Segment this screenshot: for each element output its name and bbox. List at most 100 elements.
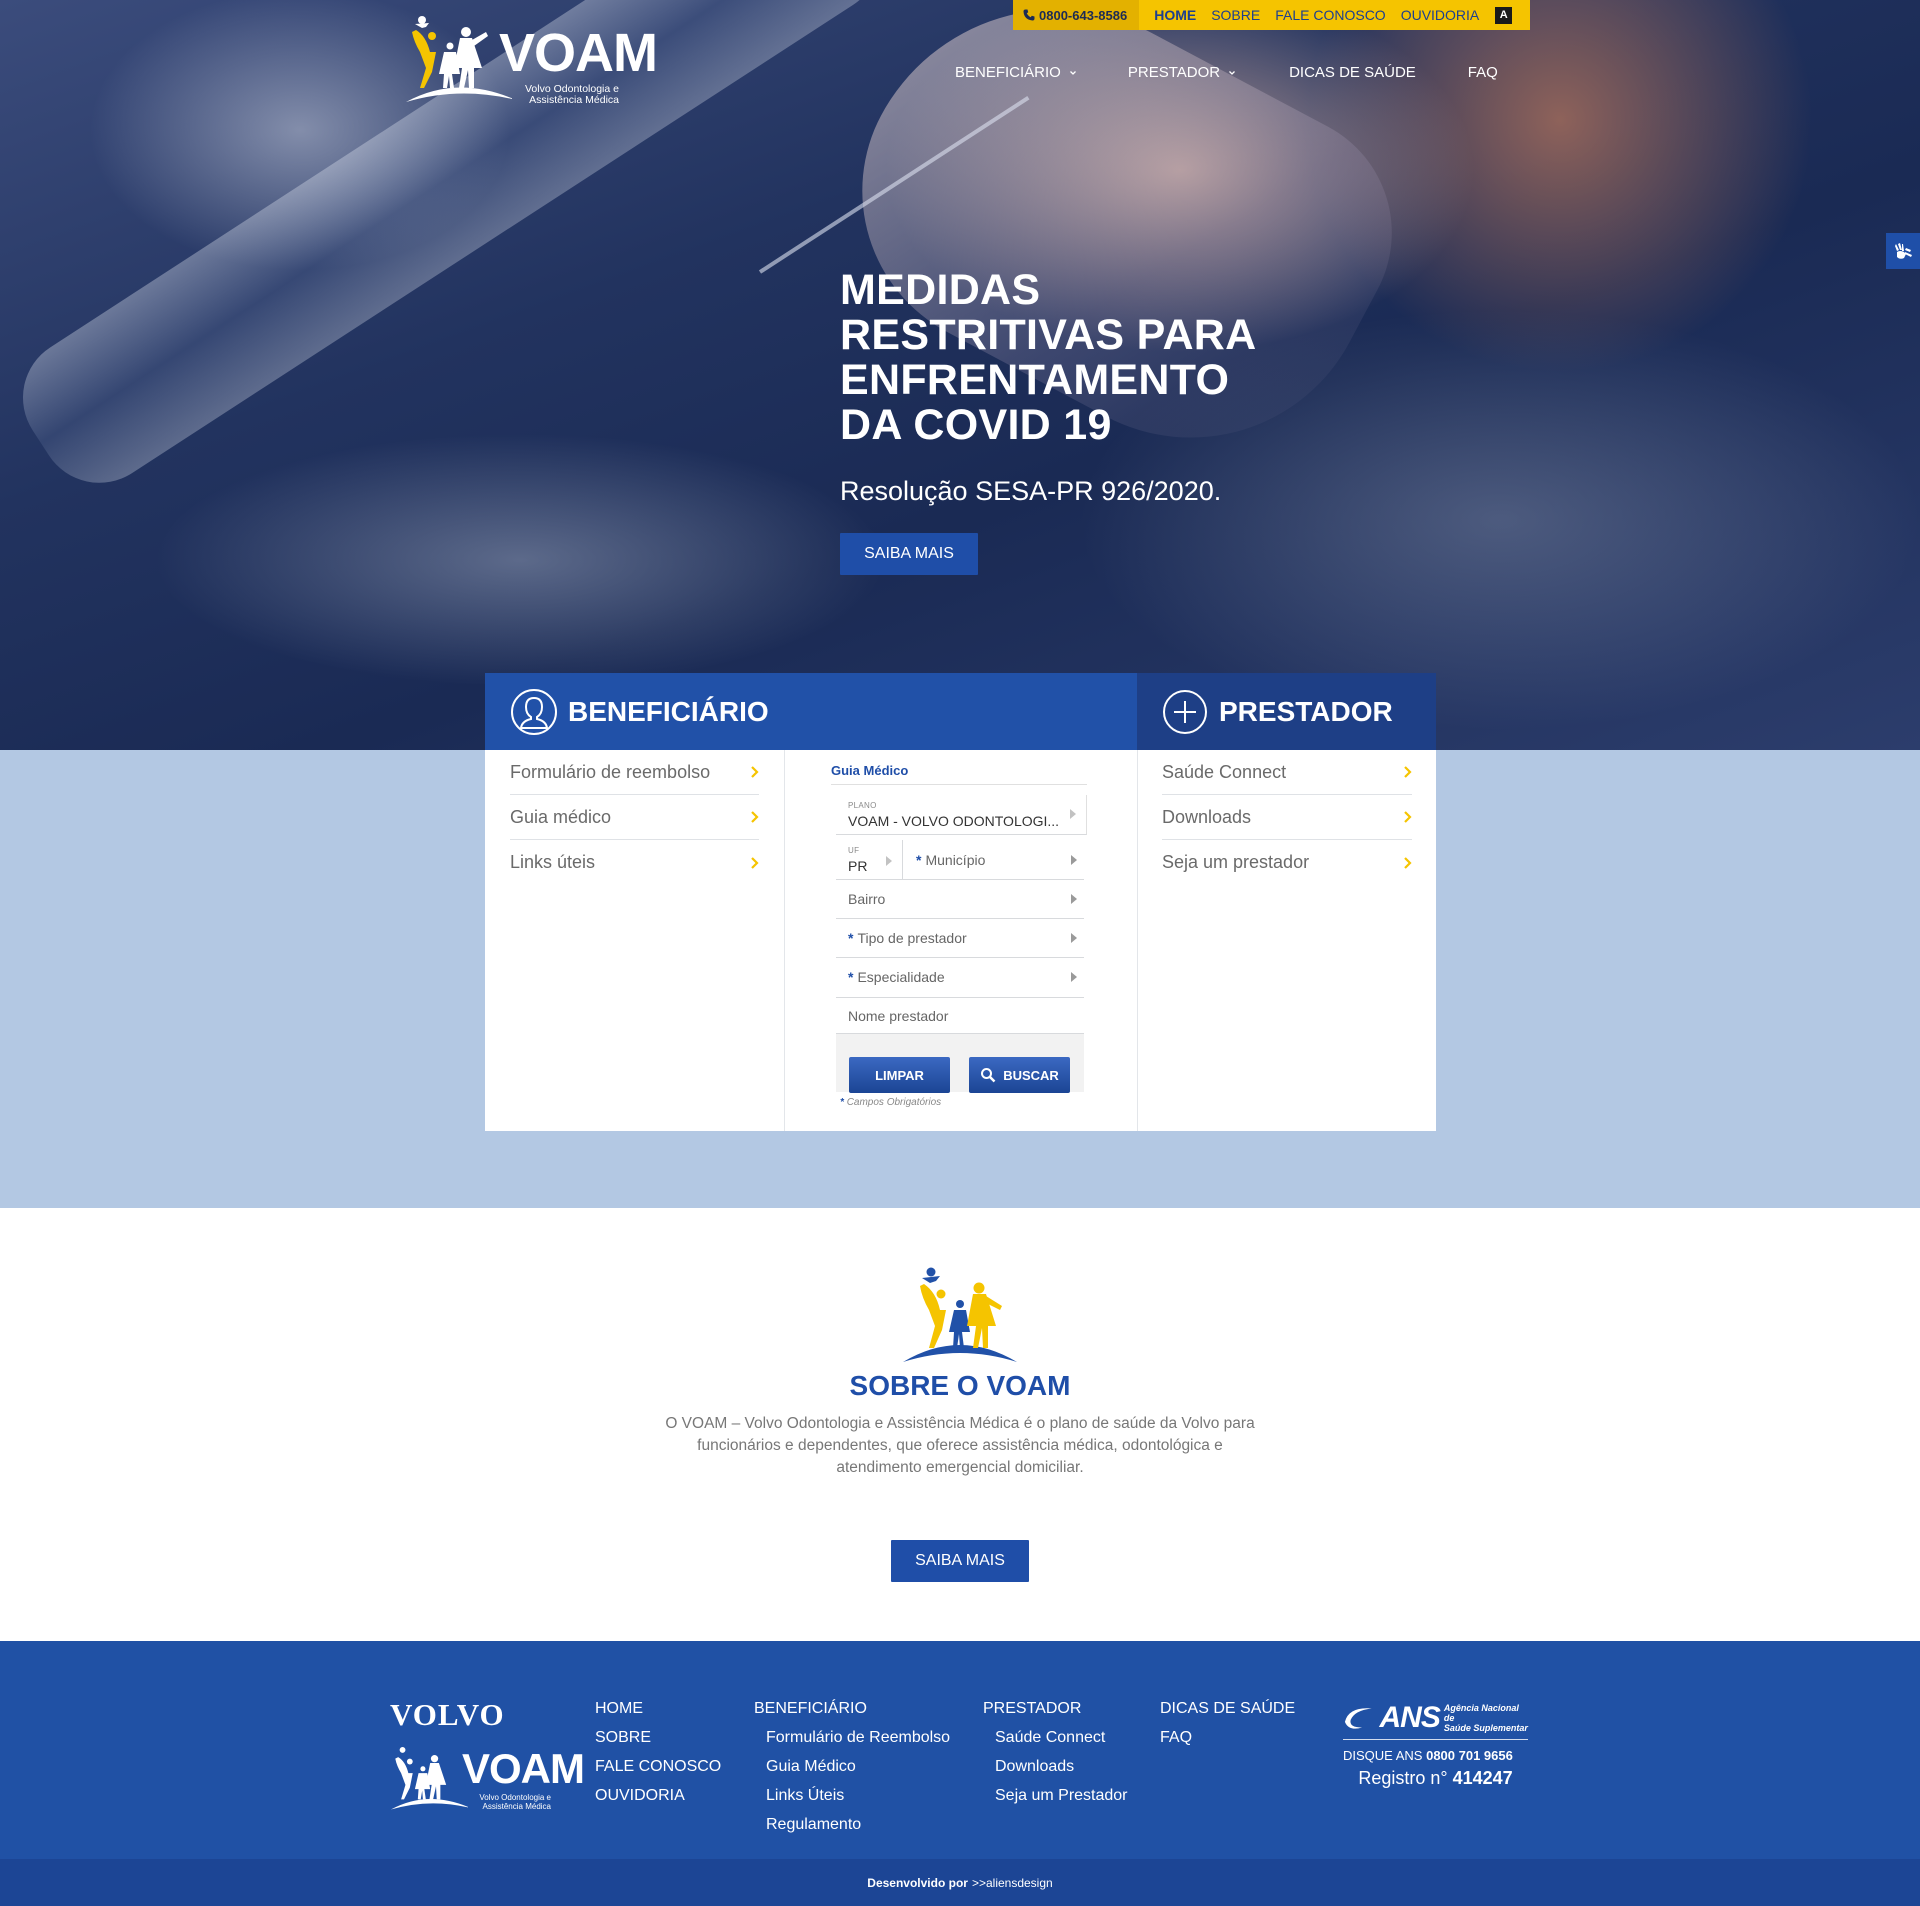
footer-link-ouvidoria[interactable]: OUVIDORIA [595,1787,721,1816]
municipio-select[interactable]: * Município [903,840,1084,880]
phone-icon [1023,9,1035,21]
link-formulario-reembolso[interactable]: Formulário de reembolso [510,750,759,795]
chevron-down-icon [1069,70,1076,75]
chevron-down-icon [1229,70,1236,75]
disque-number: 0800 701 9656 [1426,1748,1513,1763]
tipo-prestador-select[interactable]: * Tipo de prestador [836,919,1084,958]
logo-subtitle: Volvo Odontologia e Assistência Médica [515,84,619,106]
toplink-ouvidoria[interactable]: OUVIDORIA [1401,7,1480,23]
divider [831,784,1087,785]
list-item-label: Seja um prestador [1162,852,1310,872]
nav-beneficiario[interactable]: BENEFICIÁRIO [955,64,1077,81]
toplink-home[interactable]: HOME [1154,7,1196,23]
caret-right-icon [1071,855,1077,865]
uf-select[interactable]: UF PR [836,840,903,880]
plano-label: PLANO [848,801,877,810]
required-note-text: Campos Obrigatórios [846,1097,942,1108]
plus-icon [1163,689,1207,734]
link-links-uteis[interactable]: Links úteis [510,840,759,885]
nav-prestador[interactable]: PRESTADOR [1128,64,1236,81]
required-mark: * [840,1097,844,1108]
prestador-column: Saúde Connect Downloads Seja um prestado… [1137,750,1436,1131]
nav-dicas-label: DICAS DE SAÚDE [1289,64,1416,81]
voam-family-logo-icon [390,1747,468,1810]
uf-label: UF [848,846,860,855]
logo-name: VOAM [499,23,658,83]
disque-label: DISQUE ANS [1343,1748,1423,1763]
link-seja-um-prestador[interactable]: Seja um prestador [1162,840,1412,885]
footer-link-prestador[interactable]: PRESTADOR [983,1700,1128,1729]
nav-prestador-label: PRESTADOR [1127,64,1221,81]
footer-logo-name: VOAM [462,1745,585,1792]
main-nav: BENEFICIÁRIO PRESTADOR DICAS DE SAÚDE FA… [955,64,1498,81]
uf-value: PR [848,858,868,874]
especialidade-placeholder: Especialidade [857,969,945,985]
site-logo[interactable]: VOAM Volvo Odontologia e Assistência Méd… [402,12,658,108]
volvo-logo: VOLVO [390,1697,505,1732]
beneficiario-column: Formulário de reembolso Guia médico Link… [485,750,785,1131]
ans-swoosh-icon [1344,1707,1372,1729]
prestador-title: PRESTADOR [1219,695,1393,727]
link-guia-medico[interactable]: Guia médico [510,795,759,840]
hero-subtitle: Resolução SESA-PR 926/2020. [840,476,1222,506]
chevron-right-icon [1404,811,1412,823]
font-size-toggle[interactable]: A [1495,6,1513,24]
voam-family-icon [903,1267,1017,1362]
footer-link-saude-connect[interactable]: Saúde Connect [983,1729,1128,1758]
footer-link-links-uteis[interactable]: Links Úteis [754,1787,950,1816]
credit-author[interactable]: >>aliensdesign [972,1876,1053,1890]
list-item-label: Guia médico [510,806,612,827]
about-saiba-mais-button[interactable]: SAIBA MAIS [891,1540,1029,1582]
toplink-sobre[interactable]: SOBRE [1211,7,1260,23]
caret-right-icon [1071,972,1077,982]
footer-link-sobre[interactable]: SOBRE [595,1729,721,1758]
chevron-right-icon [751,766,759,778]
footer-link-seja-prestador[interactable]: Seja um Prestador [983,1787,1128,1816]
guia-medico-title: Guia Médico [831,763,909,778]
footer-link-beneficiario[interactable]: BENEFICIÁRIO [754,1700,950,1729]
limpar-button[interactable]: LIMPAR [849,1057,950,1093]
nav-dicas-de-saude[interactable]: DICAS DE SAÚDE [1289,64,1416,81]
bairro-placeholder: Bairro [848,891,886,907]
buscar-button[interactable]: BUSCAR [969,1057,1070,1093]
logo-subtitle-line2: Assistência Médica [529,94,619,106]
link-saude-connect[interactable]: Saúde Connect [1162,750,1412,795]
footer-link-guia-medico[interactable]: Guia Médico [754,1758,950,1787]
footer-link-fale-conosco[interactable]: FALE CONOSCO [595,1758,721,1787]
footer-col-main: HOME SOBRE FALE CONOSCO OUVIDORIA [595,1700,721,1816]
ans-disque: DISQUE ANS 0800 701 9656 [1343,1748,1528,1763]
footer-link-formulario[interactable]: Formulário de Reembolso [754,1729,950,1758]
prestador-links: Saúde Connect Downloads Seja um prestado… [1162,750,1412,885]
footer-link-regulamento[interactable]: Regulamento [754,1816,950,1845]
link-downloads[interactable]: Downloads [1162,795,1412,840]
required-fields-note: * Campos Obrigatórios [840,1097,941,1108]
especialidade-select[interactable]: * Especialidade [836,958,1084,998]
footer-link-dicas[interactable]: DICAS DE SAÚDE [1160,1700,1295,1729]
ans-logo: ANS Agência Nacional de Saúde Suplementa… [1343,1700,1528,1740]
caret-right-icon [1071,894,1077,904]
footer-logo-subtitle-line1: Volvo Odontologia e [479,1793,551,1802]
municipio-placeholder: Município [925,852,986,868]
nav-faq[interactable]: FAQ [1468,64,1498,81]
toplink-fale-conosco[interactable]: FALE CONOSCO [1275,7,1385,23]
about-title: SOBRE O VOAM [849,1370,1071,1401]
required-mark: * [848,969,854,985]
footer-link-downloads[interactable]: Downloads [983,1758,1128,1787]
nome-prestador-input[interactable]: Nome prestador [836,998,1084,1034]
footer-link-home[interactable]: HOME [595,1700,721,1729]
footer-link-faq[interactable]: FAQ [1160,1729,1295,1758]
hero-saiba-mais-button[interactable]: SAIBA MAIS [840,533,978,575]
voam-family-logo-icon [406,16,512,102]
beneficiario-header: BENEFICIÁRIO [485,673,1137,750]
chevron-right-icon [1404,856,1412,869]
accessibility-widget[interactable] [1886,233,1920,269]
bairro-select[interactable]: Bairro [836,880,1084,919]
plano-value: VOAM - VOLVO ODONTOLOGI... [848,813,1060,829]
footer-logo-subtitle-line2: Assistência Médica [482,1802,551,1811]
phone-number[interactable]: 0800-643-8586 [1013,0,1140,30]
footer [0,1641,1920,1859]
plano-select[interactable]: PLANO VOAM - VOLVO ODONTOLOGI... [836,795,1087,835]
list-item-label: Formulário de reembolso [510,761,711,782]
limpar-label: LIMPAR [875,1067,924,1083]
list-item-label: Downloads [1162,806,1252,827]
